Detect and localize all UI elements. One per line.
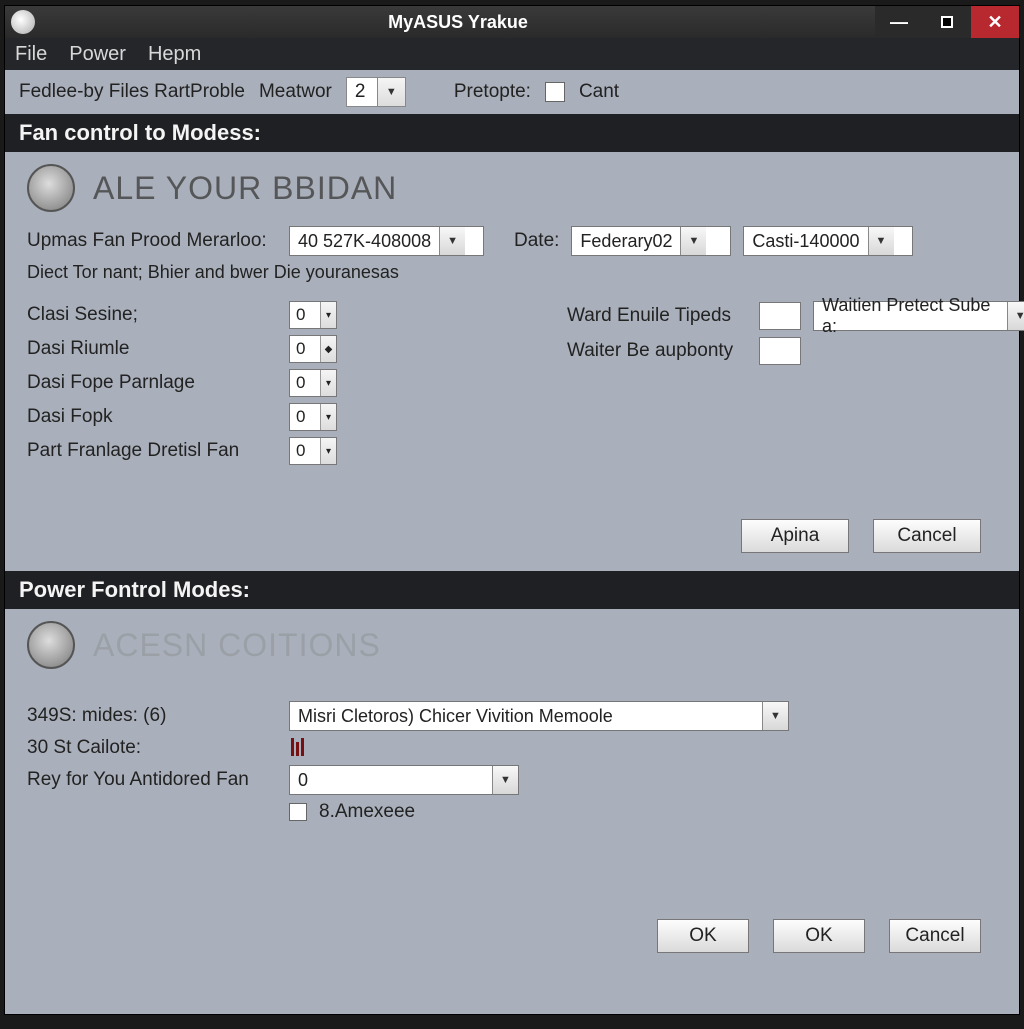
chevron-down-icon: ▼ (868, 227, 894, 255)
pretopte-checkbox[interactable] (545, 82, 565, 102)
helper-text: Diect Tor nant; Bhier and bwer Die youra… (27, 262, 997, 283)
dasi-fopk-label: Dasi Fopk (27, 406, 277, 428)
waiter-label: Waiter Be aupbonty (567, 340, 747, 362)
section2-body: ACESN COITIONS 349S: mides: (6) Misri Cl… (5, 609, 1019, 971)
meatwor-select[interactable]: 2 ▼ (346, 77, 406, 107)
toolbar-pretopte-label: Pretopte: (454, 81, 531, 103)
clasi-sesine-label: Clasi Sesine; (27, 304, 277, 326)
chevron-down-icon: ▾ (320, 370, 336, 396)
chevron-down-icon: ▼ (377, 78, 405, 106)
casti-select[interactable]: Casti-140000 ▼ (743, 226, 913, 256)
barcode-icon (289, 738, 306, 758)
st-row: 30 St Cailote: (27, 737, 997, 759)
s349-label: 349S: mides: (6) (27, 705, 277, 727)
chevron-down-icon: ▾ (320, 404, 336, 430)
rey-select[interactable]: 0 ▼ (289, 765, 519, 795)
waiter-row: Waiter Be aupbonty (567, 337, 1024, 365)
s349-row: 349S: mides: (6) Misri Cletoros) Chicer … (27, 701, 997, 731)
toolbar-files-label: Fedlee-by Files RartProble (19, 81, 245, 103)
prod-label: Upmas Fan Prood Merarloo: (27, 230, 277, 252)
chevron-down-icon: ▼ (762, 702, 788, 730)
rey-value: 0 (290, 770, 492, 791)
clasi-sesine-row: Clasi Sesine; 0 ▾ (27, 301, 507, 329)
clasi-sesine-input[interactable]: 0 ▾ (289, 301, 337, 329)
chevron-down-icon: ▼ (680, 227, 706, 255)
casti-value: Casti-140000 (744, 231, 867, 252)
dasi-riumle-input[interactable]: 0 ◆ (289, 335, 337, 363)
minimize-button[interactable]: — (875, 6, 923, 38)
section2-header: Power Fontrol Modes: (5, 571, 1019, 609)
section1-header: Fan control to Modess: (5, 114, 1019, 152)
apina-button[interactable]: Apina (741, 519, 849, 553)
date-select[interactable]: Federary02 ▼ (571, 226, 731, 256)
toolbar-meatwor-label: Meatwor (259, 81, 332, 103)
chevron-down-icon: ▼ (439, 227, 465, 255)
power-icon (27, 621, 75, 669)
amexeee-checkbox[interactable] (289, 803, 307, 821)
chevron-down-icon: ▾ (320, 438, 336, 464)
chevron-down-icon: ▾ (320, 302, 336, 328)
fan-icon (27, 164, 75, 212)
waiten-value: Waitien Pretect Sube a: (814, 295, 1007, 337)
menubar: File Power Hepm (5, 38, 1019, 70)
section1-title: ALE YOUR BBIDAN (93, 170, 397, 207)
prod-select[interactable]: 40 527K-408008 ▼ (289, 226, 484, 256)
window-title: MyASUS Yrakue (41, 12, 875, 33)
menu-file[interactable]: File (15, 43, 47, 66)
part-franlage-row: Part Franlage Dretisl Fan 0 ▾ (27, 437, 507, 465)
ward-input[interactable] (759, 302, 801, 330)
window-controls: — ✕ (875, 6, 1019, 38)
waiten-select[interactable]: Waitien Pretect Sube a: ▼ (813, 301, 1024, 331)
amexeee-row: 8.Amexeee (27, 801, 997, 823)
close-button[interactable]: ✕ (971, 6, 1019, 38)
cancel-button-2[interactable]: Cancel (889, 919, 981, 953)
chevron-down-icon: ▼ (1007, 302, 1024, 330)
dasi-fope-parnlage-row: Dasi Fope Parnlage 0 ▾ (27, 369, 507, 397)
maximize-button[interactable] (923, 6, 971, 38)
s349-select[interactable]: Misri Cletoros) Chicer Vivition Memoole … (289, 701, 789, 731)
rey-row: Rey for You Antidored Fan 0 ▼ (27, 765, 997, 795)
section2-buttons: OK OK Cancel (27, 911, 997, 953)
toolbar-cant-label: Cant (579, 81, 619, 103)
ward-label: Ward Enuile Tipeds (567, 305, 747, 327)
dasi-fopk-input[interactable]: 0 ▾ (289, 403, 337, 431)
dasi-riumle-row: Dasi Riumle 0 ◆ (27, 335, 507, 363)
section1-body: ALE YOUR BBIDAN Upmas Fan Prood Merarloo… (5, 152, 1019, 571)
dasi-riumle-label: Dasi Riumle (27, 338, 277, 360)
prod-row: Upmas Fan Prood Merarloo: 40 527K-408008… (27, 226, 997, 256)
menu-help[interactable]: Hepm (148, 43, 201, 66)
ward-row: Ward Enuile Tipeds Waitien Pretect Sube … (567, 301, 1024, 331)
rey-label: Rey for You Antidored Fan (27, 769, 277, 791)
app-window: MyASUS Yrakue — ✕ File Power Hepm Fedlee… (4, 5, 1020, 1015)
s349-value: Misri Cletoros) Chicer Vivition Memoole (290, 706, 762, 727)
spinner-icon: ◆ (320, 336, 336, 362)
part-franlage-input[interactable]: 0 ▾ (289, 437, 337, 465)
amexeee-label: 8.Amexeee (319, 801, 415, 823)
waiter-input[interactable] (759, 337, 801, 365)
chevron-down-icon: ▼ (492, 766, 518, 794)
st-label: 30 St Cailote: (27, 737, 277, 759)
app-icon (11, 10, 35, 34)
section2-title: ACESN COITIONS (93, 627, 381, 664)
meatwor-value: 2 (347, 81, 377, 103)
dasi-fope-parnlage-label: Dasi Fope Parnlage (27, 372, 277, 394)
prod-value: 40 527K-408008 (290, 231, 439, 252)
ok-button-2[interactable]: OK (773, 919, 865, 953)
dasi-fopk-row: Dasi Fopk 0 ▾ (27, 403, 507, 431)
date-label: Date: (514, 230, 559, 252)
menu-power[interactable]: Power (69, 43, 126, 66)
part-franlage-label: Part Franlage Dretisl Fan (27, 440, 277, 462)
section1-buttons: Apina Cancel (27, 511, 997, 553)
toolbar: Fedlee-by Files RartProble Meatwor 2 ▼ P… (5, 70, 1019, 114)
titlebar: MyASUS Yrakue — ✕ (5, 6, 1019, 38)
ok-button-1[interactable]: OK (657, 919, 749, 953)
date-value: Federary02 (572, 231, 680, 252)
dasi-fope-parnlage-input[interactable]: 0 ▾ (289, 369, 337, 397)
section1-title-row: ALE YOUR BBIDAN (27, 164, 997, 212)
section2-title-row: ACESN COITIONS (27, 621, 997, 669)
cancel-button[interactable]: Cancel (873, 519, 981, 553)
